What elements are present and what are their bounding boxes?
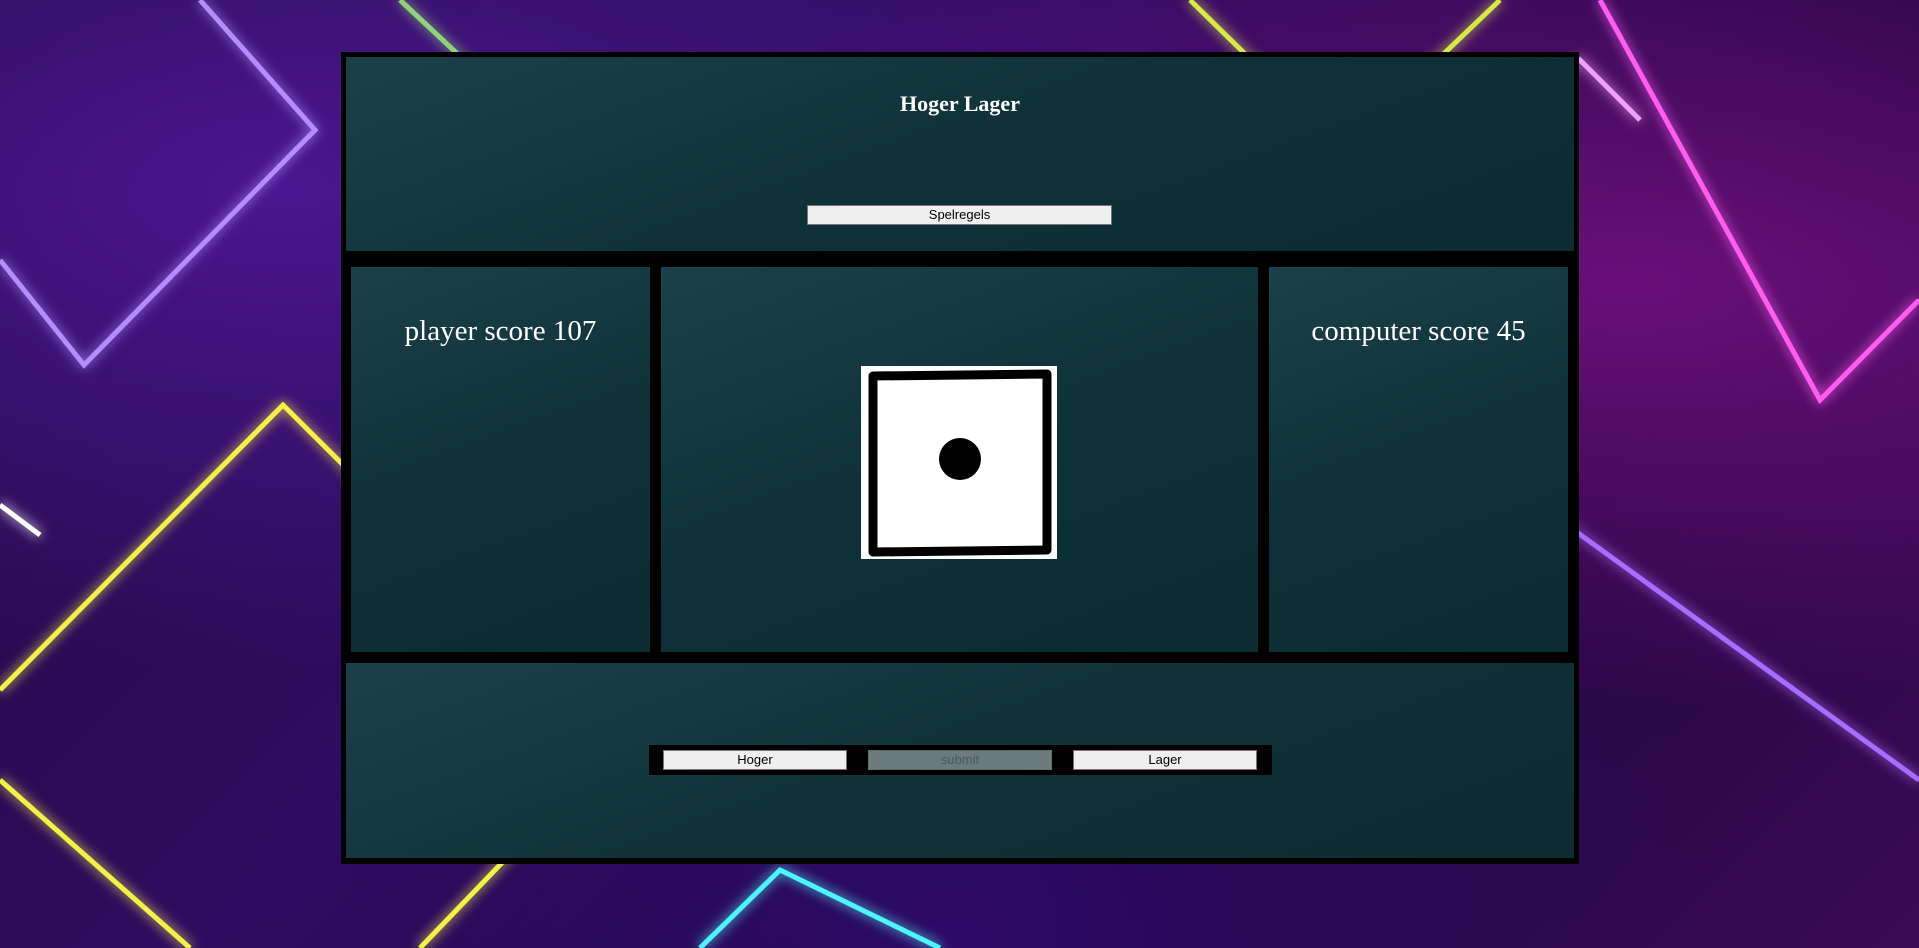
rules-button[interactable]: Spelregels — [807, 205, 1112, 225]
submit-button[interactable]: submit — [868, 750, 1052, 770]
game-frame: Hoger Lager Spelregels player score 107 … — [341, 52, 1579, 864]
controls-bar: Hoger submit Lager — [649, 745, 1272, 775]
player-score: player score 107 — [404, 315, 597, 347]
computer-score: computer score 45 — [1311, 315, 1526, 347]
die-one-icon — [861, 366, 1057, 559]
computer-panel: computer score 45 — [1269, 267, 1568, 652]
controls-panel: Hoger submit Lager — [346, 663, 1574, 858]
dice-panel — [661, 267, 1258, 652]
higher-button[interactable]: Hoger — [663, 750, 847, 770]
header-panel: Hoger Lager Spelregels — [346, 57, 1574, 251]
lower-button[interactable]: Lager — [1073, 750, 1257, 770]
player-panel: player score 107 — [351, 267, 650, 652]
page-title: Hoger Lager — [900, 91, 1020, 116]
